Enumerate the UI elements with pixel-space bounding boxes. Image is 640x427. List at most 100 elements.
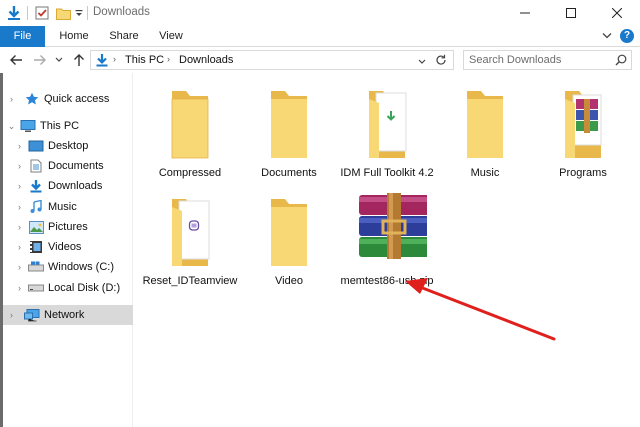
expand-chevron-icon[interactable]: › [15, 242, 24, 252]
quick-access-download-icon[interactable] [6, 4, 22, 22]
download-icon [28, 179, 44, 193]
downloads-location-icon [95, 53, 109, 70]
up-button[interactable] [70, 51, 88, 69]
expand-chevron-icon[interactable]: › [15, 181, 24, 191]
collapse-chevron-icon[interactable]: ⌄ [7, 121, 16, 131]
chevron-down-icon [55, 57, 63, 62]
search-box[interactable] [463, 50, 632, 70]
search-input[interactable] [464, 51, 604, 69]
expand-chevron-icon[interactable]: › [15, 222, 24, 232]
forward-arrow-icon [34, 55, 46, 65]
nav-item-documents[interactable]: › Documents [3, 156, 133, 176]
search-icon[interactable] [615, 54, 627, 69]
refresh-icon[interactable] [435, 54, 447, 69]
nav-item-windows-c[interactable]: › Windows (C:) [3, 257, 133, 277]
expand-chevron-icon[interactable]: › [7, 94, 16, 104]
maximize-button[interactable] [548, 0, 594, 26]
file-item-compressed[interactable]: Compressed [142, 85, 238, 195]
nav-label: Local Disk (D:) [48, 282, 121, 294]
file-item-music[interactable]: Music [437, 85, 533, 195]
forward-button[interactable] [31, 51, 49, 69]
customize-toolbar-icon[interactable] [74, 4, 84, 22]
nav-label: Documents [48, 160, 104, 172]
window-title: Downloads [93, 6, 150, 18]
folder-icon [467, 91, 503, 158]
nav-label: Quick access [44, 93, 110, 105]
maximize-icon [566, 8, 576, 18]
file-label: IDM Full Toolkit 4.2 [340, 167, 434, 179]
address-bar[interactable]: › This PC › Downloads [90, 50, 454, 70]
expand-chevron-icon[interactable]: › [15, 283, 24, 293]
nav-item-desktop[interactable]: › Desktop [3, 136, 133, 156]
back-button[interactable] [7, 51, 25, 69]
computer-icon [20, 119, 36, 133]
breadcrumb-separator-icon: › [167, 54, 170, 64]
nav-item-music[interactable]: › Music [3, 197, 133, 217]
title-bar: Downloads [0, 0, 640, 26]
network-icon [24, 308, 40, 322]
nav-item-network[interactable]: › Network [3, 305, 133, 325]
nav-label: Windows (C:) [48, 261, 115, 273]
folder-icon [271, 199, 307, 266]
expand-chevron-icon[interactable]: › [15, 262, 24, 272]
file-label: Reset_IDTeamview [142, 275, 238, 287]
file-item-memtest86-usb-zip[interactable]: memtest86-usb.zip [339, 193, 435, 303]
recent-locations-button[interactable] [53, 51, 65, 69]
minimize-icon [520, 12, 530, 14]
nav-item-downloads[interactable]: › Downloads [3, 176, 133, 196]
nav-item-local-disk-d[interactable]: › Local Disk (D:) [3, 278, 133, 298]
file-label: Music [470, 167, 500, 179]
nav-item-this-pc[interactable]: ⌄ This PC [3, 116, 133, 136]
expand-chevron-icon[interactable]: › [15, 161, 24, 171]
nav-label: Videos [48, 241, 82, 253]
nav-label: Desktop [48, 140, 89, 152]
file-item-documents[interactable]: Documents [241, 85, 337, 195]
file-list: Compressed Documents IDM Full Toolkit 4.… [134, 73, 640, 427]
nav-label: Pictures [48, 221, 88, 233]
folder-with-winrar-icon [565, 91, 602, 158]
pictures-icon [28, 220, 44, 234]
up-arrow-icon [74, 54, 84, 66]
folder-icon [271, 91, 307, 158]
file-label: Documents [261, 167, 317, 179]
address-row: › This PC › Downloads [0, 47, 640, 73]
folder-with-file-icon [172, 199, 210, 266]
new-folder-icon[interactable] [55, 4, 71, 22]
help-icon[interactable]: ? [620, 29, 634, 43]
nav-item-videos[interactable]: › Videos [3, 237, 133, 257]
nav-label: Music [48, 201, 77, 213]
file-item-reset-idteamview[interactable]: Reset_IDTeamview [142, 193, 238, 303]
nav-label: This PC [40, 120, 80, 132]
tab-home[interactable]: Home [52, 26, 96, 47]
nav-item-pictures[interactable]: › Pictures [3, 217, 133, 237]
tab-view[interactable]: View [149, 26, 193, 47]
file-item-programs[interactable]: Programs [535, 85, 631, 195]
breadcrumb-downloads[interactable]: Downloads [179, 54, 233, 66]
title-separator [87, 6, 88, 20]
star-icon [24, 92, 40, 106]
file-item-video[interactable]: Video [241, 193, 337, 303]
file-label: Programs [559, 167, 607, 179]
nav-item-quick-access[interactable]: › Quick access [3, 89, 133, 109]
videos-icon [28, 240, 44, 254]
tab-share[interactable]: Share [102, 26, 146, 47]
navigation-pane: › Quick access ⌄ This PC › Desktop › Doc… [3, 73, 133, 427]
file-label: Video [275, 275, 303, 287]
nav-label: Network [44, 309, 85, 321]
expand-chevron-icon[interactable]: › [15, 141, 24, 151]
music-icon [28, 200, 44, 214]
expand-ribbon-chevron-icon[interactable] [602, 30, 612, 43]
expand-chevron-icon[interactable]: › [15, 202, 24, 212]
expand-chevron-icon[interactable]: › [7, 310, 16, 320]
close-button[interactable] [594, 0, 640, 26]
file-item-idm-full-toolkit[interactable]: IDM Full Toolkit 4.2 [339, 85, 435, 195]
back-arrow-icon [10, 55, 22, 65]
file-label: Compressed [158, 167, 222, 179]
desktop-icon [28, 139, 44, 153]
minimize-button[interactable] [502, 0, 548, 26]
address-dropdown-icon[interactable] [418, 56, 426, 68]
toolbar-separator [27, 6, 28, 20]
breadcrumb-this-pc[interactable]: This PC [125, 54, 164, 66]
tab-file[interactable]: File [0, 26, 45, 47]
properties-icon[interactable] [34, 4, 50, 22]
